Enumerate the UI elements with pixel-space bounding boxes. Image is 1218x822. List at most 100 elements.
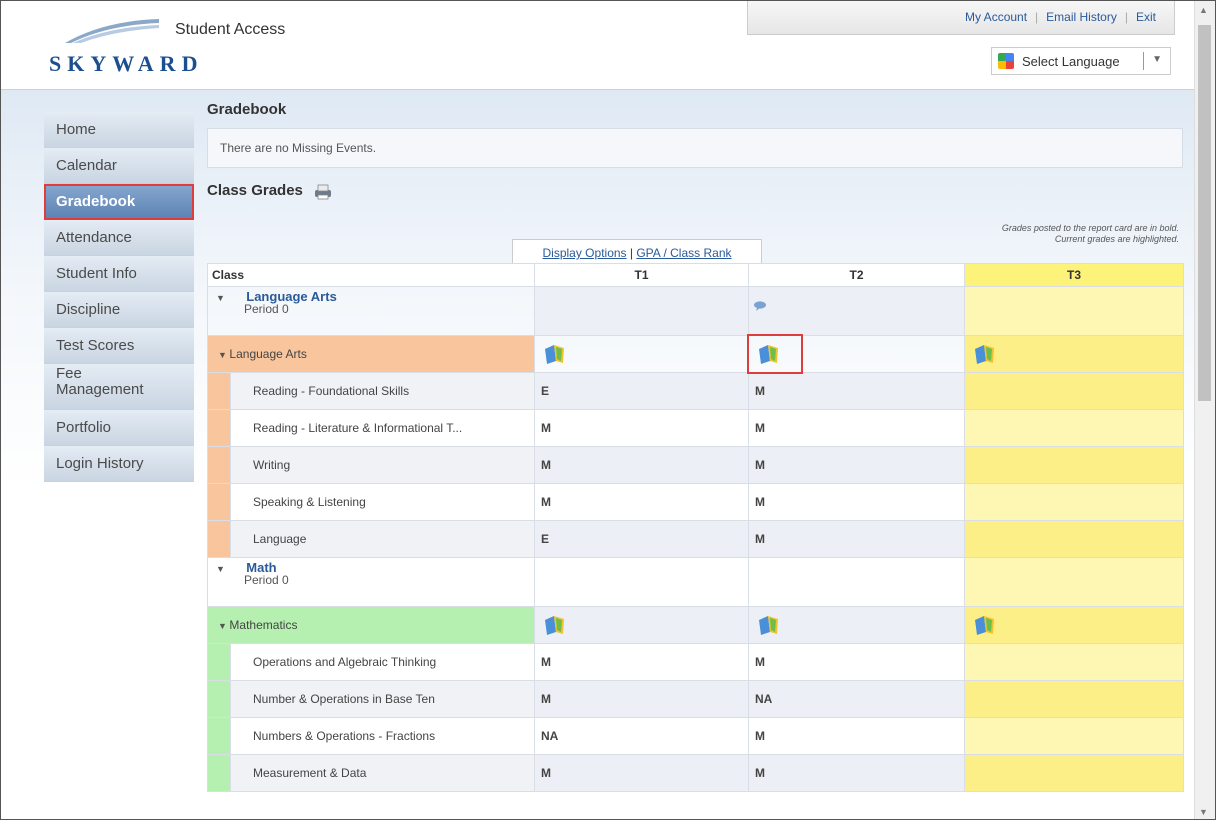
grade-cell-t2: [748, 606, 965, 644]
missing-events-box: There are no Missing Events.: [207, 128, 1183, 168]
grade-cell-t2: [747, 334, 965, 374]
expand-triangle-icon[interactable]: ▼: [218, 350, 229, 360]
skill-name: Language: [230, 521, 534, 557]
sidebar-item-student-info[interactable]: Student Info: [44, 256, 194, 292]
grade-cell-t2: [748, 286, 965, 336]
sidebar-item-gradebook[interactable]: Gradebook: [44, 184, 194, 220]
grade-cell-t3: [964, 286, 1184, 336]
grade-cell-t1[interactable]: E: [534, 372, 749, 410]
subject-label: Language Arts: [229, 347, 307, 361]
course-row-math: ▼ Math Period 0: [207, 557, 1184, 607]
expand-triangle-icon[interactable]: ▼: [218, 621, 229, 631]
skill-name: Writing: [230, 447, 534, 483]
skill-name: Measurement & Data: [230, 755, 534, 791]
printer-icon[interactable]: [313, 184, 333, 200]
class-grades-header: Class Grades: [207, 182, 1183, 204]
gradebook-book-icon[interactable]: [757, 614, 783, 636]
display-options-link[interactable]: Display Options: [543, 246, 627, 260]
table-row: Measurement & Data M M: [207, 754, 1184, 792]
gradebook-book-icon[interactable]: [757, 343, 783, 365]
grade-cell-t2[interactable]: M: [748, 446, 965, 484]
skill-name: Operations and Algebraic Thinking: [230, 644, 534, 680]
grade-cell-t2[interactable]: M: [748, 483, 965, 521]
subject-cell[interactable]: ▼ Language Arts: [207, 335, 535, 373]
grade-cell-t1[interactable]: M: [534, 680, 749, 718]
sidebar-item-attendance[interactable]: Attendance: [44, 220, 194, 256]
column-header-t2[interactable]: T2: [748, 263, 965, 287]
collapse-triangle-icon[interactable]: ▼: [216, 293, 225, 303]
grade-cell-t3: [964, 680, 1184, 718]
scroll-down-arrow-icon[interactable]: ▼: [1199, 807, 1208, 817]
table-row: Numbers & Operations - Fractions NA M: [207, 717, 1184, 755]
grade-cell-t1[interactable]: M: [534, 483, 749, 521]
skyward-logo[interactable]: SKYWARD: [41, 15, 197, 77]
grade-cell-t1[interactable]: M: [534, 754, 749, 792]
table-row: Reading - Foundational Skills E M: [207, 372, 1184, 410]
grade-cell-t1: [534, 606, 749, 644]
grades-legend-note: Grades posted to the report card are in …: [1002, 223, 1179, 245]
my-account-link[interactable]: My Account: [957, 10, 1035, 24]
skill-name: Speaking & Listening: [230, 484, 534, 520]
google-translate-icon: [998, 53, 1014, 69]
grade-cell-t3: [964, 643, 1184, 681]
sidebar-item-login-history[interactable]: Login History: [44, 446, 194, 482]
table-row: Speaking & Listening M M: [207, 483, 1184, 521]
main-content: Gradebook There are no Missing Events. C…: [207, 101, 1184, 792]
exit-link[interactable]: Exit: [1128, 10, 1164, 24]
scroll-up-arrow-icon[interactable]: ▲: [1199, 5, 1208, 15]
table-row: Language E M: [207, 520, 1184, 558]
skill-cell: Operations and Algebraic Thinking: [207, 643, 535, 681]
email-history-link[interactable]: Email History: [1038, 10, 1125, 24]
grade-cell-t1: [534, 557, 749, 607]
skill-cell: Language: [207, 520, 535, 558]
sidebar-item-fee-management[interactable]: Fee Management: [44, 364, 194, 410]
gradebook-book-icon[interactable]: [543, 614, 569, 636]
skill-name: Numbers & Operations - Fractions: [230, 718, 534, 754]
legend-line-bold: Grades posted to the report card are in …: [1001, 223, 1179, 233]
sidebar-item-portfolio[interactable]: Portfolio: [44, 410, 194, 446]
dropdown-separator: [1143, 52, 1144, 70]
grade-cell-t1[interactable]: M: [534, 409, 749, 447]
column-header-t1[interactable]: T1: [534, 263, 749, 287]
grade-cell-t3: [964, 717, 1184, 755]
column-header-t3[interactable]: T3: [964, 263, 1184, 287]
grade-cell-t1[interactable]: NA: [534, 717, 749, 755]
table-row: Number & Operations in Base Ten M NA: [207, 680, 1184, 718]
scrollbar-thumb[interactable]: [1198, 25, 1211, 401]
grade-cell-t3: [964, 409, 1184, 447]
grade-cell-t2[interactable]: M: [748, 717, 965, 755]
sidebar-item-calendar[interactable]: Calendar: [44, 148, 194, 184]
grade-cell-t1[interactable]: E: [534, 520, 749, 558]
select-language-dropdown[interactable]: Select Language ▼: [991, 47, 1171, 75]
grade-cell-t1[interactable]: M: [534, 643, 749, 681]
course-row-language-arts: ▼ Language Arts Period 0: [207, 286, 1184, 336]
collapse-triangle-icon[interactable]: ▼: [216, 564, 225, 574]
header: SKYWARD Student Access My Account | Email …: [1, 1, 1195, 90]
grade-cell-t2[interactable]: NA: [748, 680, 965, 718]
sidebar-item-test-scores[interactable]: Test Scores: [44, 328, 194, 364]
logo-swoosh-icon: [65, 19, 159, 43]
gradebook-title: Gradebook: [207, 101, 287, 118]
grade-cell-t2[interactable]: M: [748, 372, 965, 410]
grade-cell-t2[interactable]: M: [748, 520, 965, 558]
subject-cell[interactable]: ▼ Mathematics: [207, 606, 535, 644]
gpa-class-rank-link[interactable]: GPA / Class Rank: [636, 246, 731, 260]
grade-cell-t2[interactable]: M: [748, 754, 965, 792]
vertical-scrollbar[interactable]: ▲ ▼: [1194, 1, 1215, 819]
grade-cell-t3: [964, 372, 1184, 410]
sidebar-item-home[interactable]: Home: [44, 112, 194, 148]
app-title: Student Access: [175, 21, 286, 38]
subject-row-language-arts: ▼ Language Arts: [207, 334, 1184, 374]
grade-cell-t2[interactable]: M: [748, 409, 965, 447]
gradebook-book-icon[interactable]: [973, 614, 999, 636]
grade-cell-t1: [534, 335, 749, 373]
grade-cell-t2[interactable]: M: [748, 643, 965, 681]
skill-cell: Writing: [207, 446, 535, 484]
sidebar-item-discipline[interactable]: Discipline: [44, 292, 194, 328]
gradebook-book-icon[interactable]: [973, 343, 999, 365]
comment-bubble-icon[interactable]: [753, 301, 767, 311]
gradebook-book-icon[interactable]: [543, 343, 569, 365]
course-period: Period 0: [244, 573, 289, 587]
skill-name: Number & Operations in Base Ten: [230, 681, 534, 717]
grade-cell-t1[interactable]: M: [534, 446, 749, 484]
